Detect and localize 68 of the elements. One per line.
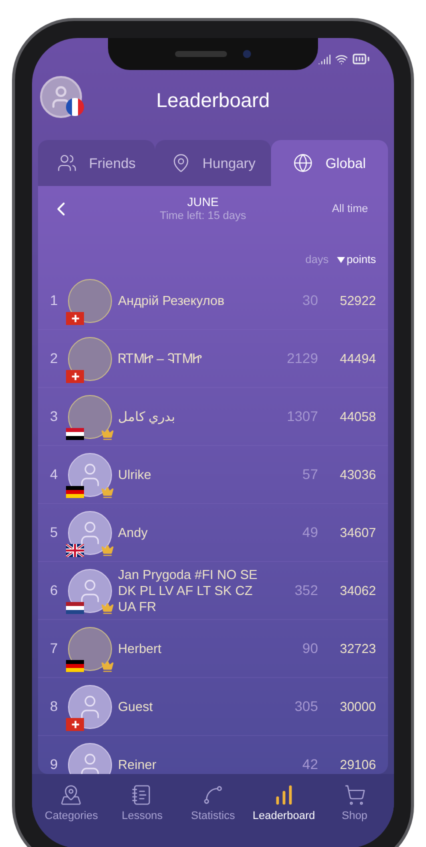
rank-number: 7 xyxy=(50,639,59,658)
tab[interactable]: Friends xyxy=(38,140,155,186)
points-value: 34607 xyxy=(338,524,376,542)
nav-item[interactable]: Shop xyxy=(319,784,390,824)
points-value: 32723 xyxy=(338,640,376,658)
player-name: Jan Prygoda #FI NO SE DK PL LV AF LT SK CZ UA FR xyxy=(118,566,258,614)
points-value: 52922 xyxy=(338,292,376,310)
speaker-grille xyxy=(175,51,227,57)
leaderboard-row[interactable]: 4 Ulrike 57 43036 xyxy=(38,446,388,504)
player-name: بدري كامل xyxy=(118,408,177,424)
player-name: Guest xyxy=(118,698,154,714)
days-value: 49 xyxy=(301,523,318,542)
rank-number: 8 xyxy=(50,697,59,716)
leaderboard-row[interactable]: 7 Herbert 90 32723 xyxy=(38,620,388,678)
sort-down-icon xyxy=(336,257,345,263)
nav-item[interactable]: Categories xyxy=(36,784,107,824)
points-value: 30000 xyxy=(338,698,376,716)
sort-column-header[interactable]: days xyxy=(305,252,329,268)
leaderboard-row[interactable]: 8 Guest 305 30000 xyxy=(38,678,388,736)
player-name: Андрій Резекулов xyxy=(118,292,226,308)
leaderboard-row[interactable]: 1 Андрій Резекулов 30 52922 xyxy=(38,272,388,330)
points-value: 44494 xyxy=(338,350,376,368)
rank-number: 6 xyxy=(50,581,59,600)
points-value: 34062 xyxy=(338,582,376,600)
all-time-button[interactable]: All time xyxy=(332,200,376,218)
days-value: 305 xyxy=(294,697,318,716)
people-icon xyxy=(56,153,77,173)
cart-icon xyxy=(344,784,366,806)
days-value: 30 xyxy=(301,291,318,310)
profile-avatar[interactable] xyxy=(40,76,82,118)
rank-number: 5 xyxy=(50,523,59,542)
player-name: Andy xyxy=(118,524,149,540)
player-name: Ulrike xyxy=(118,466,152,482)
screen-title: Leaderboard xyxy=(156,89,270,114)
leaderboard-row[interactable]: 6 Jan Prygoda #FI NO SE DK PL LV AF LT SK CZ UA FR 352 34062 xyxy=(38,562,388,620)
leaderboard-row[interactable]: 2 ᏒᎢᎷᏥ – ᎸᎢᎷᏥ 2129 44494 xyxy=(38,330,388,388)
days-value: 2129 xyxy=(286,349,318,368)
nav-item[interactable]: Leaderboard xyxy=(248,784,320,824)
map-pin-icon xyxy=(60,784,82,806)
nav-item[interactable]: Statistics xyxy=(178,784,248,824)
player-name: Herbert xyxy=(118,640,162,656)
camera-lens xyxy=(243,50,251,58)
time-left-label: Time left: 15 days xyxy=(160,210,246,224)
rank-number: 2 xyxy=(50,349,59,368)
globe-icon xyxy=(293,153,314,173)
tab[interactable]: Hungary xyxy=(154,140,272,186)
rank-number: 9 xyxy=(50,755,59,774)
rank-number: 4 xyxy=(50,465,59,484)
line-chart-icon xyxy=(202,784,224,806)
points-value: 29106 xyxy=(338,756,376,774)
month-label: JUNE xyxy=(187,194,219,210)
sort-column-header[interactable]: points xyxy=(336,252,376,268)
wifi-icon xyxy=(335,52,348,66)
tab[interactable]: Global xyxy=(271,140,388,186)
points-value: 43036 xyxy=(338,466,376,484)
days-value: 90 xyxy=(301,639,318,658)
rank-number: 3 xyxy=(50,407,59,426)
player-name: Reiner xyxy=(118,756,158,772)
player-name: ᏒᎢᎷᏥ – ᎸᎢᎷᏥ xyxy=(118,350,203,366)
rank-number: 1 xyxy=(50,291,59,310)
signal-icon xyxy=(318,52,331,66)
nav-item[interactable]: Lessons xyxy=(106,784,178,824)
days-value: 42 xyxy=(301,755,318,774)
days-value: 57 xyxy=(301,465,318,484)
days-value: 352 xyxy=(294,581,318,600)
leaderboard-row[interactable]: 5 Andy 49 34607 xyxy=(38,504,388,562)
points-value: 44058 xyxy=(338,408,376,426)
days-value: 1307 xyxy=(286,407,318,426)
